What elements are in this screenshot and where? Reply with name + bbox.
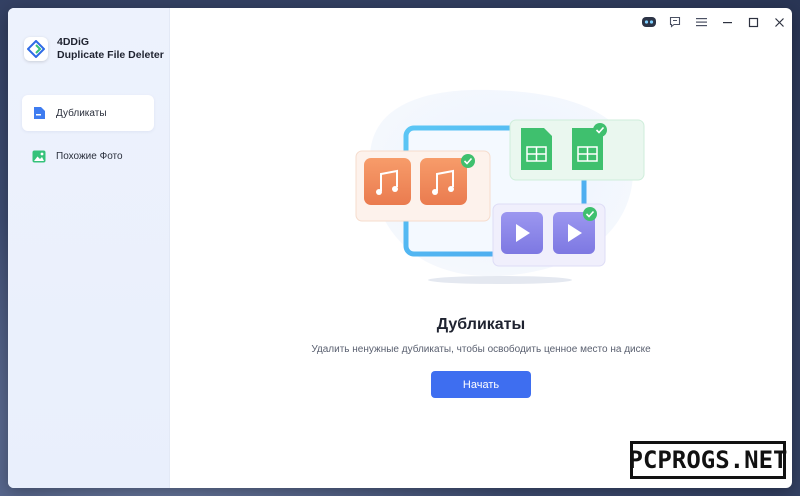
sidebar-item-label: Похожие Фото <box>56 150 123 162</box>
main-content: Дубликаты Удалить ненужные дубликаты, чт… <box>170 8 792 488</box>
sidebar: 4DDiG Duplicate File Deleter Дубликаты П… <box>8 8 170 488</box>
image-icon <box>32 149 46 163</box>
sidebar-item-duplicates[interactable]: Дубликаты <box>22 95 154 131</box>
file-icon <box>32 106 46 120</box>
video-files-card <box>492 203 606 267</box>
brand: 4DDiG Duplicate File Deleter <box>24 36 164 62</box>
brand-product: Duplicate File Deleter <box>57 49 164 61</box>
brand-name: 4DDiG <box>57 36 90 48</box>
app-window: 4DDiG Duplicate File Deleter Дубликаты П… <box>8 8 792 488</box>
music-files-card <box>355 150 491 222</box>
start-button[interactable]: Начать <box>431 371 531 398</box>
watermark: PCPROGS.NET <box>629 441 787 479</box>
app-logo-icon <box>24 37 48 61</box>
page-title: Дубликаты <box>436 316 526 333</box>
spreadsheet-files-card <box>509 119 645 181</box>
page-subtitle: Удалить ненужные дубликаты, чтобы освобо… <box>311 344 651 355</box>
duplicates-illustration <box>355 89 645 284</box>
sidebar-item-label: Дубликаты <box>56 107 107 119</box>
brand-text: 4DDiG Duplicate File Deleter <box>57 36 164 62</box>
sidebar-item-similar-photos[interactable]: Похожие Фото <box>22 138 154 174</box>
